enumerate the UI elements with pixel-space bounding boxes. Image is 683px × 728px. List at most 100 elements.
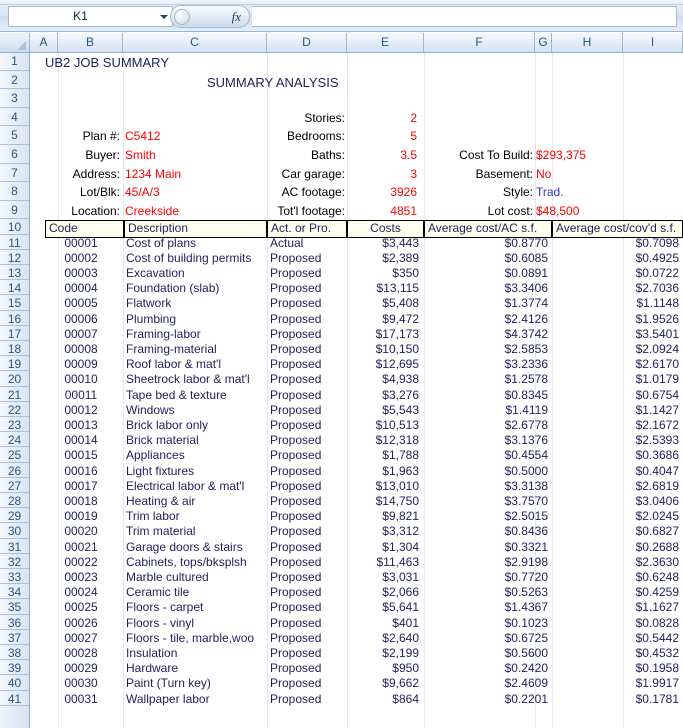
cell-avg_cov[interactable]: $1.9917: [552, 676, 679, 691]
column-header-d[interactable]: D: [267, 33, 347, 52]
row-header-5[interactable]: 5: [0, 127, 29, 145]
row-header-11[interactable]: 11: [0, 235, 29, 250]
cell-avg_cov[interactable]: $0.3686: [552, 448, 679, 463]
cell-avg_cov[interactable]: $1.0179: [552, 372, 679, 387]
cell-type[interactable]: Proposed: [270, 570, 346, 585]
row-header-30[interactable]: 30: [0, 524, 29, 539]
cell-code[interactable]: 00024: [45, 585, 117, 600]
cell-avg_cov[interactable]: $0.1781: [552, 692, 679, 707]
worksheet-grid[interactable]: UB2 JOB SUMMARY SUMMARY ANALYSIS Plan #:…: [30, 53, 683, 728]
cell-type[interactable]: Proposed: [270, 327, 346, 342]
row-header-17[interactable]: 17: [0, 326, 29, 341]
row-header-14[interactable]: 14: [0, 281, 29, 296]
cell-code[interactable]: 00022: [45, 555, 117, 570]
cell-type[interactable]: Proposed: [270, 357, 346, 372]
cell-type[interactable]: Proposed: [270, 585, 346, 600]
cell-desc[interactable]: Brick material: [126, 433, 266, 448]
row-header-4[interactable]: 4: [0, 108, 29, 127]
row-header-6[interactable]: 6: [0, 146, 29, 164]
cell-code[interactable]: 00030: [45, 676, 117, 691]
row-header-22[interactable]: 22: [0, 402, 29, 417]
cell-desc[interactable]: Floors - carpet: [126, 600, 266, 615]
info-value-mid-3[interactable]: 3: [347, 165, 417, 184]
cell-avg_ac[interactable]: $0.2420: [424, 661, 548, 676]
cell-costs[interactable]: $12,695: [347, 357, 419, 372]
cell-type[interactable]: Proposed: [270, 494, 346, 509]
row-header-8[interactable]: 8: [0, 183, 29, 201]
cell-type[interactable]: Proposed: [270, 266, 346, 281]
cell-costs[interactable]: $3,312: [347, 524, 419, 539]
column-header-g[interactable]: G: [535, 33, 552, 52]
column-header-i[interactable]: I: [623, 33, 683, 52]
cell-desc[interactable]: Plumbing: [126, 312, 266, 327]
cell-costs[interactable]: $5,641: [347, 600, 419, 615]
cell-avg_ac[interactable]: $4.3742: [424, 327, 548, 342]
cell-avg_cov[interactable]: $0.4047: [552, 464, 679, 479]
cell-avg_ac[interactable]: $2.4126: [424, 312, 548, 327]
cell-code[interactable]: 00012: [45, 403, 117, 418]
row-header-25[interactable]: 25: [0, 448, 29, 463]
cell-avg_cov[interactable]: $2.1672: [552, 418, 679, 433]
cell-desc[interactable]: Heating & air: [126, 494, 266, 509]
cell-costs[interactable]: $1,963: [347, 464, 419, 479]
cell-avg_cov[interactable]: $1.1627: [552, 600, 679, 615]
cell-desc[interactable]: Framing-labor: [126, 327, 266, 342]
cell-avg_cov[interactable]: $2.6819: [552, 479, 679, 494]
name-box[interactable]: K1: [8, 6, 173, 27]
cell-avg_ac[interactable]: $2.5015: [424, 509, 548, 524]
cell-costs[interactable]: $9,821: [347, 509, 419, 524]
cell-avg_ac[interactable]: $3.2336: [424, 357, 548, 372]
cell-avg_cov[interactable]: $2.0245: [552, 509, 679, 524]
cell-type[interactable]: Proposed: [270, 342, 346, 357]
cell-costs[interactable]: $950: [347, 661, 419, 676]
row-header-41[interactable]: 41: [0, 691, 29, 706]
info-value-mid-2[interactable]: 3.5: [347, 146, 417, 165]
column-header-f[interactable]: F: [424, 33, 535, 52]
cell-avg_cov[interactable]: $2.7036: [552, 281, 679, 296]
cell-code[interactable]: 00010: [45, 372, 117, 387]
cell-costs[interactable]: $13,115: [347, 281, 420, 296]
cell-desc[interactable]: Electrical labor & mat'l: [126, 479, 266, 494]
cell-type[interactable]: Proposed: [270, 646, 346, 661]
cell-costs[interactable]: $10,150: [347, 342, 419, 357]
cell-type[interactable]: Proposed: [270, 464, 346, 479]
info-value-mid-0[interactable]: 2: [347, 109, 417, 128]
cell-avg_ac[interactable]: $0.0891: [424, 266, 548, 281]
cell-desc[interactable]: Marble cultured: [126, 570, 266, 585]
cell-desc[interactable]: Trim material: [126, 524, 266, 539]
cell-code[interactable]: 00018: [45, 494, 117, 509]
cell-costs[interactable]: $5,408: [347, 296, 419, 311]
row-header-1[interactable]: 1: [0, 53, 29, 71]
cell-code[interactable]: 00031: [45, 692, 117, 707]
cell-code[interactable]: 00006: [45, 312, 117, 327]
cell-desc[interactable]: Excavation: [126, 266, 266, 281]
cell-avg_cov[interactable]: $2.3630: [552, 555, 679, 570]
row-header-32[interactable]: 32: [0, 554, 29, 569]
cell-code[interactable]: 00009: [45, 357, 117, 372]
cell-desc[interactable]: Light fixtures: [126, 464, 266, 479]
cell-desc[interactable]: Tape bed & texture: [126, 388, 266, 403]
cell-code[interactable]: 00020: [45, 524, 117, 539]
cell-desc[interactable]: Flatwork: [126, 296, 266, 311]
cell-desc[interactable]: Trim labor: [126, 509, 266, 524]
cell-costs[interactable]: $2,640: [347, 631, 419, 646]
cell-costs[interactable]: $3,443: [347, 236, 419, 251]
cell-avg_cov[interactable]: $0.7098: [552, 236, 679, 251]
row-header-19[interactable]: 19: [0, 357, 29, 372]
cell-type[interactable]: Proposed: [270, 676, 346, 691]
cell-code[interactable]: 00001: [45, 236, 117, 251]
cell-desc[interactable]: Brick labor only: [126, 418, 266, 433]
column-header-c[interactable]: C: [123, 33, 267, 52]
cell-code[interactable]: 00015: [45, 448, 117, 463]
cell-avg_ac[interactable]: $1.4119: [424, 403, 549, 418]
row-header-12[interactable]: 12: [0, 250, 29, 265]
cell-avg_ac[interactable]: $1.4367: [424, 600, 548, 615]
cell-code[interactable]: 00005: [45, 296, 117, 311]
cell-desc[interactable]: Floors - tile, marble,woo: [126, 631, 266, 646]
cell-avg_cov[interactable]: $0.6754: [552, 388, 679, 403]
column-header-h[interactable]: H: [552, 33, 623, 52]
cell-avg_ac[interactable]: $1.3774: [424, 296, 548, 311]
cell-desc[interactable]: Cabinets, tops/bksplsh: [126, 555, 266, 570]
cell-costs[interactable]: $13,010: [347, 479, 419, 494]
row-header-3[interactable]: 3: [0, 90, 29, 108]
